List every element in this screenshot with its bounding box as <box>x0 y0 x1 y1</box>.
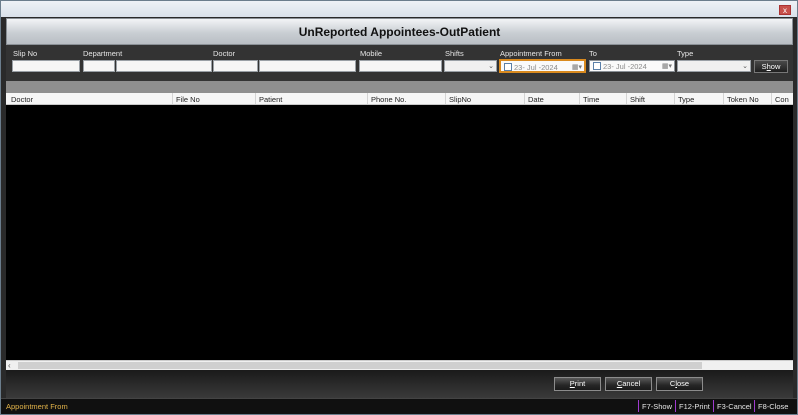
shortcut-hint-show: F7-Show <box>642 402 673 411</box>
column-divider[interactable] <box>367 93 368 104</box>
calendar-icon[interactable]: ▦▾ <box>662 62 672 70</box>
column-divider[interactable] <box>771 93 772 104</box>
mobile-label: Mobile <box>360 49 383 58</box>
to-label: To <box>589 49 597 58</box>
shifts-label: Shifts <box>445 49 464 58</box>
column-header-token-no[interactable]: Token No <box>727 95 759 104</box>
close-button[interactable]: Close <box>656 377 703 391</box>
to-date-value: 23- Jul -2024 <box>603 62 647 71</box>
window-chrome: x <box>1 1 797 17</box>
button-bar: Print Cancel Close <box>6 370 793 398</box>
close-icon[interactable]: x <box>779 5 791 15</box>
grid-header: Doctor File No Patient Phone No. SlipNo … <box>6 93 793 105</box>
hint-divider <box>675 400 676 412</box>
checkbox-icon[interactable] <box>593 62 601 70</box>
app-window: x UnReported Appointees-OutPatient Slip … <box>0 0 798 415</box>
column-header-con[interactable]: Con <box>775 95 789 104</box>
shortcut-hint-cancel: F3-Cancel <box>717 402 752 411</box>
column-divider[interactable] <box>255 93 256 104</box>
column-divider[interactable] <box>626 93 627 104</box>
hint-divider <box>713 400 714 412</box>
doctor-name-input[interactable] <box>259 60 356 72</box>
scroll-left-icon[interactable]: ‹ <box>8 361 11 370</box>
appointment-from-date-picker[interactable]: 23- Jul -2024 ▦▾ <box>499 59 586 73</box>
department-label: Department <box>83 49 123 58</box>
column-divider[interactable] <box>172 93 173 104</box>
print-label-rest: rint <box>574 379 586 388</box>
checkbox-icon[interactable] <box>504 63 512 71</box>
type-select[interactable]: ⌄ <box>677 60 751 72</box>
show-button[interactable]: Show <box>754 60 788 73</box>
mobile-input[interactable] <box>359 60 442 72</box>
slip-no-input[interactable] <box>12 60 80 72</box>
type-label: Type <box>677 49 694 58</box>
doctor-code-input[interactable] <box>213 60 258 72</box>
chevron-down-icon: ⌄ <box>488 63 494 70</box>
column-header-date[interactable]: Date <box>528 95 544 104</box>
slip-no-label: Slip No <box>13 49 38 58</box>
hint-divider <box>754 400 755 412</box>
calendar-icon[interactable]: ▦▾ <box>572 63 582 71</box>
doctor-label: Doctor <box>213 49 236 58</box>
show-label-post: ow <box>770 62 781 71</box>
status-bar: Appointment From F7-Show F12-Print F3-Ca… <box>1 398 797 414</box>
to-date-picker[interactable]: 23- Jul -2024 ▦▾ <box>589 60 675 72</box>
print-button[interactable]: Print <box>554 377 601 391</box>
column-header-phone-no[interactable]: Phone No. <box>371 95 406 104</box>
page-title: UnReported Appointees-OutPatient <box>298 25 501 39</box>
cancel-label-rest: ancel <box>622 379 641 388</box>
title-bar: UnReported Appointees-OutPatient <box>6 18 793 45</box>
column-header-time[interactable]: Time <box>583 95 599 104</box>
close-label-rest: ose <box>677 379 690 388</box>
column-header-slip-no[interactable]: SlipNo <box>449 95 471 104</box>
chevron-down-icon: ⌄ <box>742 63 748 70</box>
column-header-file-no[interactable]: File No <box>176 95 200 104</box>
shortcut-hint-close: F8-Close <box>758 402 789 411</box>
column-header-shift[interactable]: Shift <box>630 95 645 104</box>
column-divider[interactable] <box>723 93 724 104</box>
horizontal-scrollbar[interactable]: ‹ <box>6 360 793 370</box>
appointment-from-label: Appointment From <box>500 49 562 58</box>
column-divider[interactable] <box>445 93 446 104</box>
grid-body[interactable] <box>6 105 793 360</box>
cancel-button[interactable]: Cancel <box>605 377 652 391</box>
department-code-input[interactable] <box>83 60 115 72</box>
column-divider[interactable] <box>524 93 525 104</box>
column-header-type[interactable]: Type <box>678 95 694 104</box>
scrollbar-thumb[interactable] <box>18 362 702 369</box>
appointment-from-value: 23- Jul -2024 <box>514 63 558 72</box>
column-divider[interactable] <box>674 93 675 104</box>
hint-divider <box>638 400 639 412</box>
column-header-doctor[interactable]: Doctor <box>11 95 33 104</box>
column-header-patient[interactable]: Patient <box>259 95 282 104</box>
filter-panel: Slip No Department Doctor Mobile Shifts … <box>6 45 793 81</box>
focused-field-status: Appointment From <box>6 402 68 411</box>
department-name-input[interactable] <box>116 60 212 72</box>
shifts-select[interactable]: ⌄ <box>444 60 497 72</box>
column-divider[interactable] <box>579 93 580 104</box>
shortcut-hint-print: F12-Print <box>679 402 710 411</box>
group-by-strip <box>6 81 793 93</box>
